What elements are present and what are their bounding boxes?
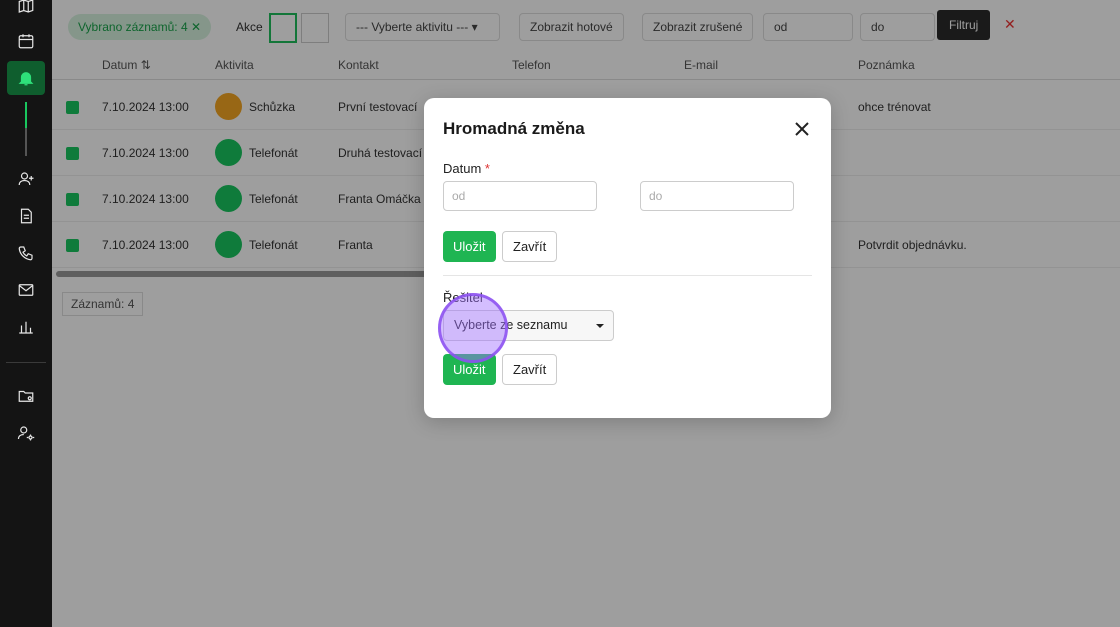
user-settings-icon[interactable]	[8, 417, 44, 449]
caret-down-icon	[596, 324, 604, 328]
date-label: Datum *	[443, 161, 490, 176]
bell-icon[interactable]	[7, 61, 45, 95]
bar-chart-icon[interactable]	[8, 311, 44, 343]
section-divider	[443, 275, 812, 276]
close-icon[interactable]	[793, 120, 811, 138]
sidebar	[0, 0, 52, 627]
calendar-icon[interactable]	[8, 25, 44, 57]
date-from-input[interactable]	[443, 181, 597, 211]
sidebar-indicator-track	[25, 128, 27, 156]
solver-close-button[interactable]: Zavřít	[502, 354, 558, 385]
phone-icon[interactable]	[8, 237, 44, 269]
sidebar-divider	[6, 362, 46, 363]
mail-icon[interactable]	[8, 274, 44, 306]
document-icon[interactable]	[8, 200, 44, 232]
add-user-icon[interactable]	[8, 163, 44, 195]
date-close-button[interactable]: Zavřít	[502, 231, 558, 262]
date-to-input[interactable]	[640, 181, 794, 211]
modal-title: Hromadná změna	[443, 119, 585, 138]
click-indicator	[438, 293, 508, 363]
sidebar-active-indicator	[25, 102, 27, 128]
date-save-button[interactable]: Uložit	[443, 231, 496, 262]
folder-settings-icon[interactable]	[8, 380, 44, 412]
required-mark: *	[484, 161, 490, 176]
bulk-change-modal: Hromadná změna Datum * Uložit Zavřít Řeš…	[424, 98, 831, 418]
date-label-text: Datum	[443, 161, 482, 176]
map-icon[interactable]	[8, 0, 44, 22]
